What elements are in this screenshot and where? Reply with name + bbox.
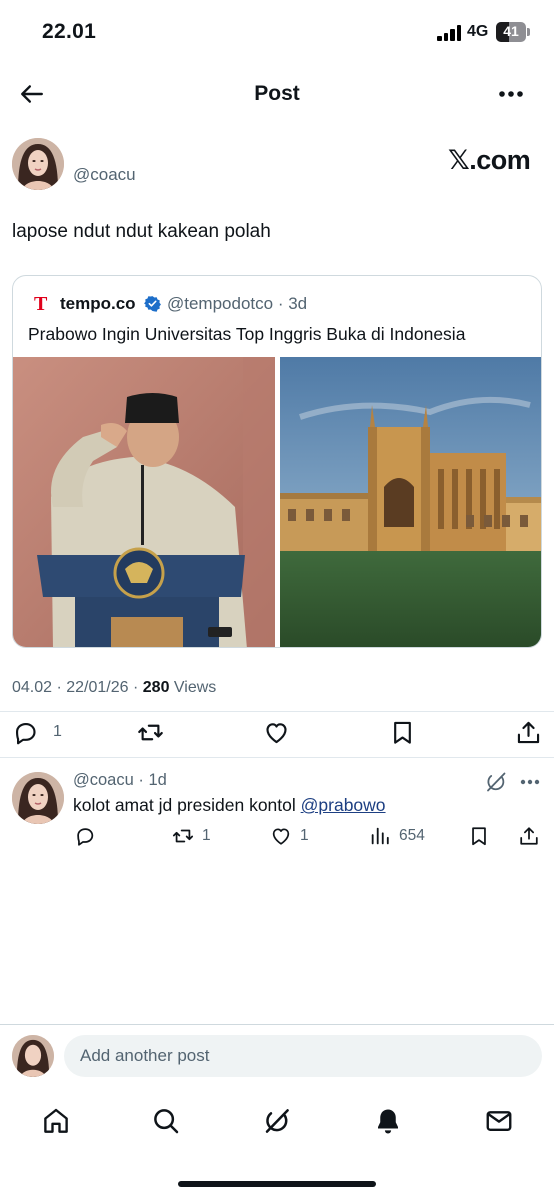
share-icon bbox=[520, 827, 538, 845]
tempo-logo: T bbox=[34, 293, 48, 315]
add-post-input[interactable] bbox=[64, 1035, 542, 1077]
like-button[interactable] bbox=[263, 718, 304, 746]
share-icon bbox=[517, 721, 540, 743]
quote-author-name: tempo.co bbox=[60, 294, 136, 313]
verified-badge-icon bbox=[144, 296, 161, 312]
tab-search[interactable] bbox=[149, 1104, 183, 1138]
post-time: 04.02 · 22/01/26 · bbox=[12, 679, 143, 696]
tab-notifications[interactable] bbox=[371, 1104, 405, 1138]
reply-view-count: 654 bbox=[399, 827, 425, 844]
quote-image-speaker[interactable] bbox=[13, 357, 275, 647]
page-title: Post bbox=[254, 82, 300, 105]
reply-icon bbox=[77, 828, 94, 846]
profile-photo bbox=[12, 772, 64, 824]
messages-icon bbox=[486, 1111, 512, 1131]
reply-text: kolot amat jd presiden kontol @prabowo bbox=[73, 795, 386, 816]
post-header: Post bbox=[0, 66, 554, 122]
arrow-left-icon bbox=[21, 85, 43, 103]
reply-icon bbox=[15, 722, 36, 744]
reply-reply-button[interactable] bbox=[74, 824, 104, 848]
battery-level: 41 bbox=[503, 23, 519, 39]
post-timestamp: 04.02 · 22/01/26 · 280 Views bbox=[12, 679, 216, 697]
reply-count: 1 bbox=[53, 723, 62, 740]
reply-body: kolot amat jd presiden kontol bbox=[73, 795, 301, 815]
cellular-signal-icon bbox=[437, 25, 463, 41]
reply-more-button[interactable] bbox=[518, 770, 542, 794]
reply-share-button[interactable] bbox=[518, 824, 540, 848]
battery-icon: 41 bbox=[496, 22, 530, 42]
bookmark-icon bbox=[472, 827, 486, 846]
repost-icon bbox=[172, 829, 194, 843]
profile-photo bbox=[12, 138, 64, 190]
home-icon bbox=[44, 1108, 68, 1133]
bookmark-button[interactable] bbox=[389, 718, 416, 746]
view-count: 280 bbox=[142, 679, 170, 696]
back-button[interactable] bbox=[17, 79, 47, 109]
reply-age: 1d bbox=[148, 771, 167, 789]
post-action-bar: 1 bbox=[0, 712, 554, 756]
avatar[interactable] bbox=[12, 138, 64, 190]
bottom-tab-bar bbox=[0, 1092, 554, 1152]
heart-icon bbox=[266, 722, 287, 743]
quote-age: 3d bbox=[288, 294, 308, 313]
more-options-button[interactable] bbox=[495, 80, 527, 108]
repost-icon bbox=[138, 724, 163, 740]
tab-home[interactable] bbox=[39, 1104, 73, 1138]
repost-button[interactable] bbox=[137, 718, 178, 746]
network-type: 4G bbox=[467, 23, 489, 40]
reply-author-handle[interactable]: @coacu bbox=[73, 771, 134, 789]
x-com-watermark: 𝕏.com bbox=[448, 145, 531, 175]
notifications-icon bbox=[378, 1109, 398, 1134]
reply-repost-count: 1 bbox=[202, 827, 211, 844]
search-icon bbox=[154, 1109, 179, 1134]
reply-meta: @coacu · 1d bbox=[73, 771, 167, 789]
reply-button[interactable]: 1 bbox=[12, 718, 62, 746]
tab-messages[interactable] bbox=[482, 1104, 516, 1138]
quote-author-meta: @tempodotco · 3d bbox=[167, 294, 308, 313]
quoted-post-card[interactable]: T tempo.co @tempodotco · 3d Prabowo Ingi… bbox=[12, 275, 542, 648]
tab-grok[interactable] bbox=[260, 1104, 294, 1138]
quote-text: Prabowo Ingin Universitas Top Inggris Bu… bbox=[28, 324, 466, 344]
post-author-handle[interactable]: @coacu bbox=[73, 165, 136, 185]
reply-views-button[interactable]: 654 bbox=[369, 824, 425, 848]
reply-like-count: 1 bbox=[300, 827, 309, 844]
mention-link[interactable]: @prabowo bbox=[301, 795, 386, 815]
avatar[interactable] bbox=[12, 1035, 54, 1077]
status-bar: 22.01 4G 41 bbox=[0, 0, 554, 66]
home-indicator bbox=[178, 1181, 376, 1187]
compose-bar bbox=[0, 1024, 554, 1088]
reply-action-bar: 1 1 654 bbox=[0, 821, 554, 851]
grok-icon[interactable] bbox=[484, 770, 508, 794]
quote-author-handle: @tempodotco bbox=[167, 294, 274, 313]
views-chart-icon bbox=[371, 827, 389, 845]
avatar[interactable] bbox=[12, 772, 64, 824]
divider bbox=[0, 757, 554, 758]
more-horizontal-icon bbox=[520, 779, 540, 785]
views-label: Views bbox=[169, 679, 217, 696]
bookmark-icon bbox=[394, 721, 411, 744]
quote-image-chapel[interactable] bbox=[280, 357, 541, 647]
reply-bookmark-button[interactable] bbox=[468, 824, 490, 848]
reply-repost-button[interactable]: 1 bbox=[172, 824, 211, 848]
more-horizontal-icon bbox=[499, 91, 523, 97]
status-time: 22.01 bbox=[42, 20, 97, 43]
heart-icon bbox=[272, 828, 290, 845]
reply-like-button[interactable]: 1 bbox=[270, 824, 309, 848]
grok-icon bbox=[265, 1109, 289, 1133]
post-text: lapose ndut ndut kakean polah bbox=[12, 221, 271, 242]
share-button[interactable] bbox=[515, 718, 542, 746]
profile-photo bbox=[12, 1035, 54, 1077]
